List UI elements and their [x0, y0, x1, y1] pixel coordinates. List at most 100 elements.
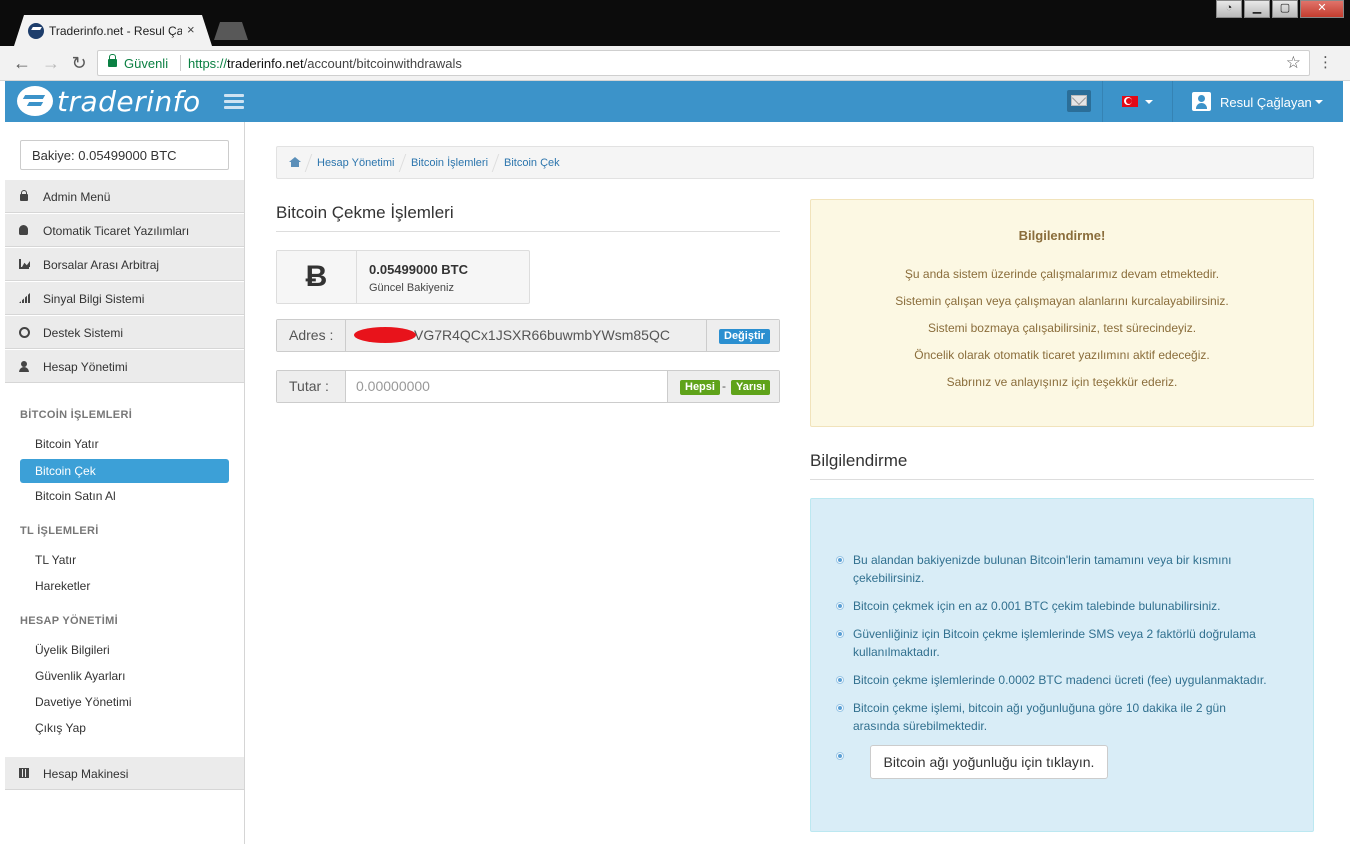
browser-menu-icon[interactable]: ⋮	[1318, 54, 1333, 72]
sidebar-item-support[interactable]: Destek Sistemi	[5, 315, 244, 349]
link-logout[interactable]: Çıkış Yap	[20, 716, 229, 740]
sidebar: Bakiye: 0.05499000 BTC Admin Menü Otomat…	[5, 122, 245, 844]
area-chart-icon	[19, 259, 29, 269]
user-icon	[19, 361, 29, 372]
link-transactions[interactable]: Hareketler	[20, 574, 229, 598]
bullet-icon	[837, 705, 843, 711]
url-text[interactable]: https://traderinfo.net/account/bitcoinwi…	[188, 56, 462, 71]
user-avatar-icon[interactable]	[1192, 92, 1211, 111]
url-path: /account/bitcoinwithdrawals	[303, 56, 462, 71]
sidebar-item-auto-trading[interactable]: Otomatik Ticaret Yazılımları	[5, 213, 244, 247]
site-favicon-icon	[28, 23, 44, 39]
breadcrumb-separator	[491, 154, 500, 172]
balance-caption: Güncel Bakiyeniz	[369, 282, 454, 294]
section-title-account: HESAP YÖNETİMİ	[20, 615, 118, 627]
address-field[interactable]: VG7R4QCx1JSXR66buwmbYWsm85QC	[346, 320, 706, 351]
sidebar-item-account[interactable]: Hesap Yönetimi	[5, 349, 244, 383]
language-caret-icon[interactable]	[1145, 100, 1153, 104]
info-text: Bitcoin çekme işlemlerinde 0.0002 BTC ma…	[853, 673, 1267, 687]
network-congestion-button[interactable]: Bitcoin ağı yoğunluğu için tıklayın.	[870, 745, 1108, 779]
user-caret-icon[interactable]	[1315, 100, 1323, 104]
sidebar-menu: Admin Menü Otomatik Ticaret Yazılımları …	[5, 179, 244, 383]
address-value: VG7R4QCx1JSXR66buwmbYWsm85QC	[414, 327, 670, 343]
link-bitcoin-buy[interactable]: Bitcoin Satın Al	[20, 484, 229, 508]
link-membership[interactable]: Üyelik Bilgileri	[20, 638, 229, 662]
android-icon	[19, 225, 28, 235]
info-list-item: Bitcoin çekme işlemlerinde 0.0002 BTC ma…	[837, 671, 1273, 689]
reload-icon[interactable]: ↻	[68, 52, 90, 74]
sidebar-item-label: Hesap Yönetimi	[43, 360, 128, 374]
sidebar-item-arbitrage[interactable]: Borsalar Arası Arbitraj	[5, 247, 244, 281]
info-box: Bu alandan bakiyenizde bulunan Bitcoin'l…	[810, 498, 1314, 832]
bookmark-star-icon[interactable]: ☆	[1286, 53, 1301, 73]
window-user-icon[interactable]: ◔	[1216, 0, 1242, 18]
address-actions: Değiştir	[706, 320, 779, 351]
address-bar[interactable]: Güvenli https://traderinfo.net/account/b…	[97, 50, 1310, 76]
user-name[interactable]: Resul Çağlayan	[1220, 95, 1312, 110]
breadcrumb-item[interactable]: Bitcoin İşlemleri	[411, 157, 488, 169]
breadcrumb-item[interactable]: Hesap Yönetimi	[317, 157, 394, 169]
balance-card: Ƀ 0.05499000 BTC Güncel Bakiyeniz	[276, 250, 530, 304]
url-protocol: https://	[188, 56, 228, 71]
link-bitcoin-withdraw[interactable]: Bitcoin Çek	[20, 459, 229, 483]
sidebar-item-label: Admin Menü	[43, 190, 111, 204]
browser-titlebar: Traderinfo.net - Resul Ça × ◔ ▁ ▢ ✕	[0, 0, 1350, 46]
breadcrumb-item[interactable]: Bitcoin Çek	[504, 157, 560, 169]
balance-value: 0.05499000 BTC	[369, 262, 469, 277]
turkey-flag-icon[interactable]	[1122, 96, 1138, 107]
signal-icon	[19, 293, 29, 303]
site-header: traderinfo Resul Çağlayan	[5, 81, 1343, 122]
tab-title[interactable]: Traderinfo.net - Resul Ça	[49, 24, 182, 38]
window-controls: ◔ ▁ ▢ ✕	[1216, 0, 1344, 18]
tab-close-icon[interactable]: ×	[187, 22, 195, 38]
info-list-item: Güvenliğiniz için Bitcoin çekme işlemler…	[837, 625, 1273, 661]
breadcrumb-separator	[304, 154, 313, 172]
sidebar-item-signals[interactable]: Sinyal Bilgi Sistemi	[5, 281, 244, 315]
hamburger-menu-icon[interactable]	[224, 94, 244, 110]
site-logo[interactable]: traderinfo	[17, 84, 201, 118]
link-bitcoin-deposit[interactable]: Bitcoin Yatır	[20, 432, 229, 456]
section-title-tl: TL İŞLEMLERİ	[20, 525, 99, 537]
bullet-icon	[837, 557, 843, 563]
new-tab-button[interactable]	[214, 22, 248, 40]
breadcrumb: Hesap Yönetimi Bitcoin İşlemleri Bitcoin…	[276, 146, 1314, 179]
amount-label: Tutar :	[277, 371, 346, 402]
sidebar-item-label: Hesap Makinesi	[43, 767, 129, 781]
sidebar-item-admin-menu[interactable]: Admin Menü	[5, 179, 244, 213]
all-amount-button[interactable]: Hepsi	[680, 380, 720, 395]
maximize-icon[interactable]: ▢	[1272, 0, 1298, 18]
link-security-settings[interactable]: Güvenlik Ayarları	[20, 664, 229, 688]
amount-input[interactable]: 0.00000000	[346, 371, 667, 402]
withdraw-heading: Bitcoin Çekme İşlemleri	[276, 203, 454, 222]
forward-arrow-icon[interactable]: →	[40, 52, 62, 74]
change-address-button[interactable]: Değiştir	[719, 329, 770, 344]
bullet-icon	[837, 753, 843, 759]
notice-title: Bilgilendirme!	[1018, 228, 1106, 243]
info-list-item: Bitcoin çekme işlemi, bitcoin ağı yoğunl…	[837, 699, 1273, 735]
warning-notice: Bilgilendirme! Şu anda sistem üzerinde ç…	[810, 199, 1314, 427]
sidebar-item-label: Borsalar Arası Arbitraj	[43, 258, 160, 272]
sidebar-item-calculator[interactable]: Hesap Makinesi	[5, 756, 244, 790]
close-icon[interactable]: ✕	[1300, 0, 1344, 18]
minimize-icon[interactable]: ▁	[1244, 0, 1270, 18]
notice-line: Öncelik olarak otomatik ticaret yazılımı…	[914, 348, 1210, 362]
sidebar-item-label: Otomatik Ticaret Yazılımları	[43, 224, 190, 238]
redaction-mark	[354, 327, 416, 343]
logo-text: traderinfo	[57, 84, 201, 118]
header-divider	[1102, 81, 1103, 122]
amount-actions: Hepsi - Yarısı	[667, 371, 779, 402]
info-text: Güvenliğiniz için Bitcoin çekme işlemler…	[853, 627, 1256, 659]
bitcoin-icon: Ƀ	[277, 251, 357, 303]
link-tl-deposit[interactable]: TL Yatır	[20, 548, 229, 572]
back-arrow-icon[interactable]: ←	[11, 52, 33, 74]
lock-icon	[108, 54, 117, 67]
info-text: Bitcoin çekmek için en az 0.001 BTC çeki…	[853, 599, 1221, 613]
messages-button[interactable]	[1067, 90, 1091, 112]
heading-rule	[276, 231, 780, 232]
bullet-icon	[837, 631, 843, 637]
bullet-icon	[837, 677, 843, 683]
half-amount-button[interactable]: Yarısı	[731, 380, 771, 395]
link-invitations[interactable]: Davetiye Yönetimi	[20, 690, 229, 714]
info-text: Bitcoin çekme işlemi, bitcoin ağı yoğunl…	[853, 701, 1226, 733]
home-icon[interactable]	[289, 157, 301, 168]
